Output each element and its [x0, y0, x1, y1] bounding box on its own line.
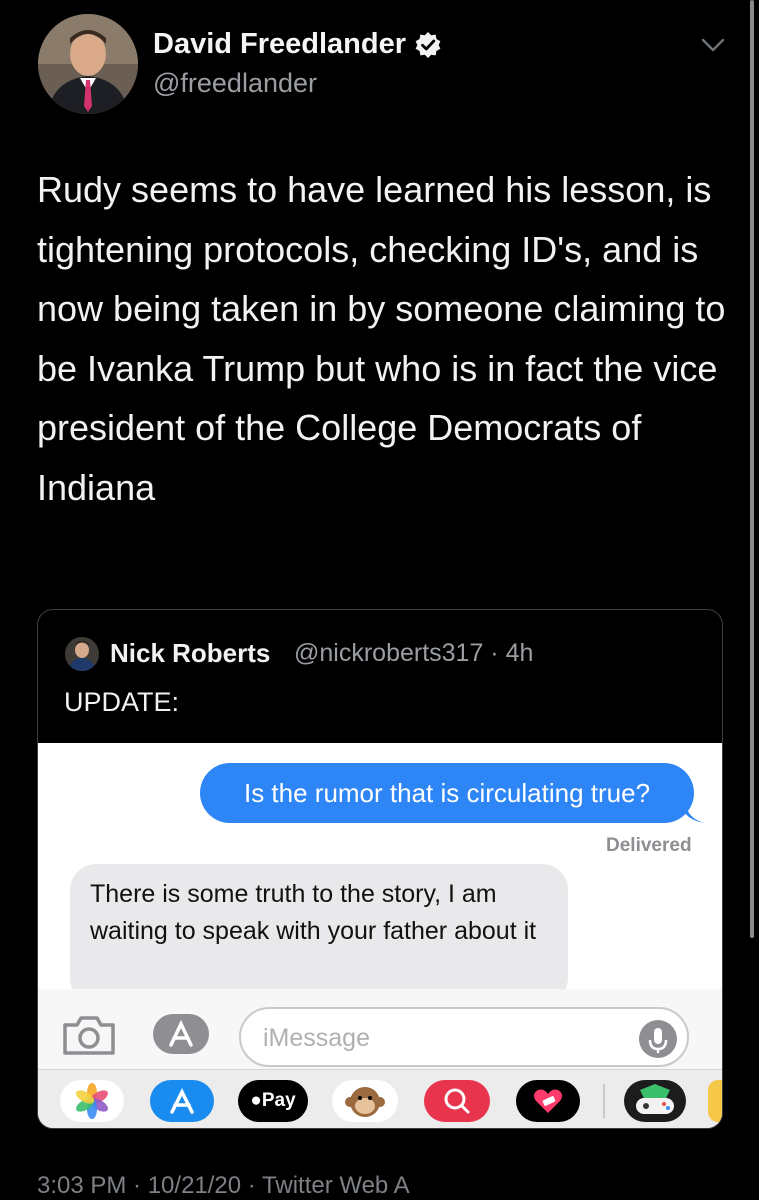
- app-store-icon[interactable]: [151, 1012, 211, 1056]
- author-name[interactable]: David Freedlander: [153, 28, 406, 61]
- quoted-tweet-card[interactable]: Nick Roberts @nickroberts317 · 4h UPDATE…: [37, 609, 723, 1129]
- imessage-app-strip: ●Pay: [38, 1069, 722, 1128]
- outgoing-message-bubble: Is the rumor that is circulating true?: [200, 763, 694, 823]
- imessage-screenshot[interactable]: Is the rumor that is circulating true? D…: [38, 743, 722, 1128]
- photos-glyph: [76, 1083, 108, 1119]
- heart-glyph: [533, 1089, 563, 1113]
- quoted-author-name: Nick Roberts: [110, 638, 271, 668]
- quoted-author-handle-time: @nickroberts317 · 4h: [294, 639, 534, 667]
- imessage-input[interactable]: [239, 1007, 689, 1067]
- verified-badge-icon: [415, 31, 441, 58]
- app-strip-divider: [603, 1084, 605, 1118]
- chevron-down-icon[interactable]: [700, 34, 726, 56]
- author-name-row[interactable]: David Freedlander: [153, 28, 442, 61]
- scrollbar[interactable]: [750, 0, 754, 938]
- quoted-tweet-text: UPDATE:: [64, 687, 180, 717]
- avatar-photo: [65, 637, 99, 671]
- apple-glyph: ●: [250, 1090, 262, 1111]
- bubble-tail: [685, 801, 705, 823]
- search-app-icon[interactable]: [424, 1080, 490, 1122]
- game-glyph: [636, 1084, 674, 1114]
- app-store-app-icon[interactable]: [150, 1080, 214, 1122]
- compose-bar: [38, 989, 722, 1069]
- animoji-icon[interactable]: [332, 1080, 398, 1122]
- incoming-message-bubble: There is some truth to the story, I am w…: [70, 864, 568, 1004]
- monkey-glyph: [345, 1087, 385, 1117]
- microphone-icon[interactable]: [639, 1020, 677, 1058]
- apple-pay-label: Pay: [261, 1090, 296, 1111]
- more-apps-icon[interactable]: [708, 1080, 722, 1122]
- app-store-glyph: [170, 1088, 194, 1114]
- game-app-icon[interactable]: [624, 1080, 686, 1122]
- avatar-photo: [38, 14, 138, 114]
- author-avatar[interactable]: [38, 14, 138, 114]
- search-glyph: [444, 1088, 470, 1114]
- tweet-timestamp-source: 3:03 PM · 10/21/20 · Twitter Web A: [37, 1172, 410, 1199]
- apple-pay-icon[interactable]: ●Pay: [238, 1080, 308, 1122]
- heart-app-icon[interactable]: [516, 1080, 580, 1122]
- tweet-text: Rudy seems to have learned his lesson, i…: [37, 169, 726, 508]
- author-handle[interactable]: @freedlander: [153, 68, 317, 99]
- imessage-text-field[interactable]: [261, 1009, 605, 1067]
- photos-icon[interactable]: [60, 1080, 124, 1122]
- microphone-glyph: [648, 1028, 668, 1053]
- camera-icon[interactable]: [61, 1015, 117, 1055]
- quoted-author-avatar: [65, 637, 99, 671]
- delivery-status: Delivered: [606, 835, 692, 856]
